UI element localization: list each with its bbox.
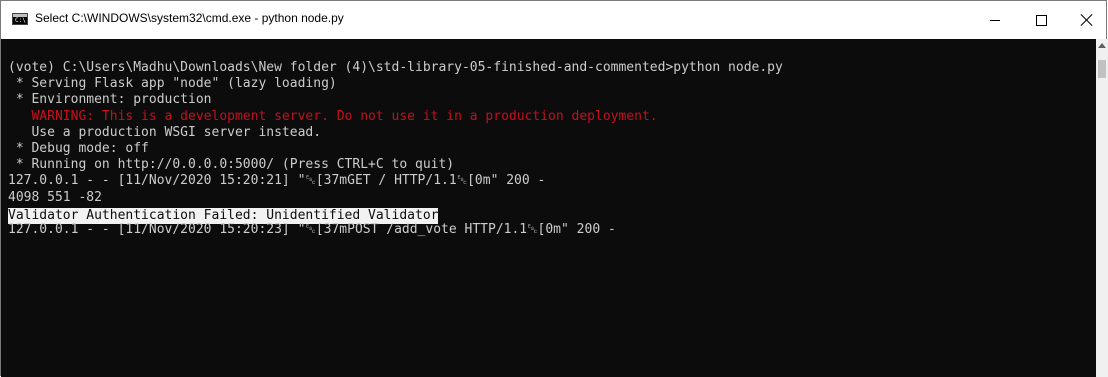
minimize-icon (990, 19, 1000, 21)
vertical-scrollbar[interactable] (1096, 39, 1108, 377)
cmd-icon[interactable]: C:\ (12, 13, 28, 25)
window-title: Select C:\WINDOWS\system32\cmd.exe - pyt… (35, 11, 344, 25)
console-line: * Debug mode: off (8, 140, 149, 156)
console-line: * Running on http://0.0.0.0:5000/ (Press… (8, 157, 455, 173)
warning-line: WARNING: This is a development server. D… (8, 108, 658, 124)
maximize-icon (1035, 14, 1047, 26)
console-line: 4098 551 -82 (8, 189, 102, 205)
scroll-up-icon[interactable] (1098, 43, 1106, 48)
console-line: Use a production WSGI server instead. (8, 124, 322, 140)
minimize-button[interactable] (972, 1, 1018, 39)
close-button[interactable] (1064, 1, 1108, 39)
console-line: * Serving Flask app "node" (lazy loading… (8, 76, 337, 92)
console-line: 127.0.0.1 - - [11/Nov/2020 15:20:23] "␛[… (8, 221, 616, 237)
console-line: (vote) C:\Users\Madhu\Downloads\New fold… (8, 60, 783, 75)
cmd-window: C:\ Select C:\WINDOWS\system32\cmd.exe -… (0, 0, 1108, 377)
maximize-button[interactable] (1018, 1, 1064, 39)
title-bar[interactable]: C:\ Select C:\WINDOWS\system32\cmd.exe -… (1, 1, 1106, 39)
close-icon (1081, 14, 1093, 26)
console-line: * Environment: production (8, 92, 212, 108)
console-output[interactable]: (vote) C:\Users\Madhu\Downloads\New fold… (1, 39, 1096, 377)
console-line: 127.0.0.1 - - [11/Nov/2020 15:20:21] "␛[… (8, 173, 546, 189)
scroll-thumb[interactable] (1098, 60, 1106, 78)
